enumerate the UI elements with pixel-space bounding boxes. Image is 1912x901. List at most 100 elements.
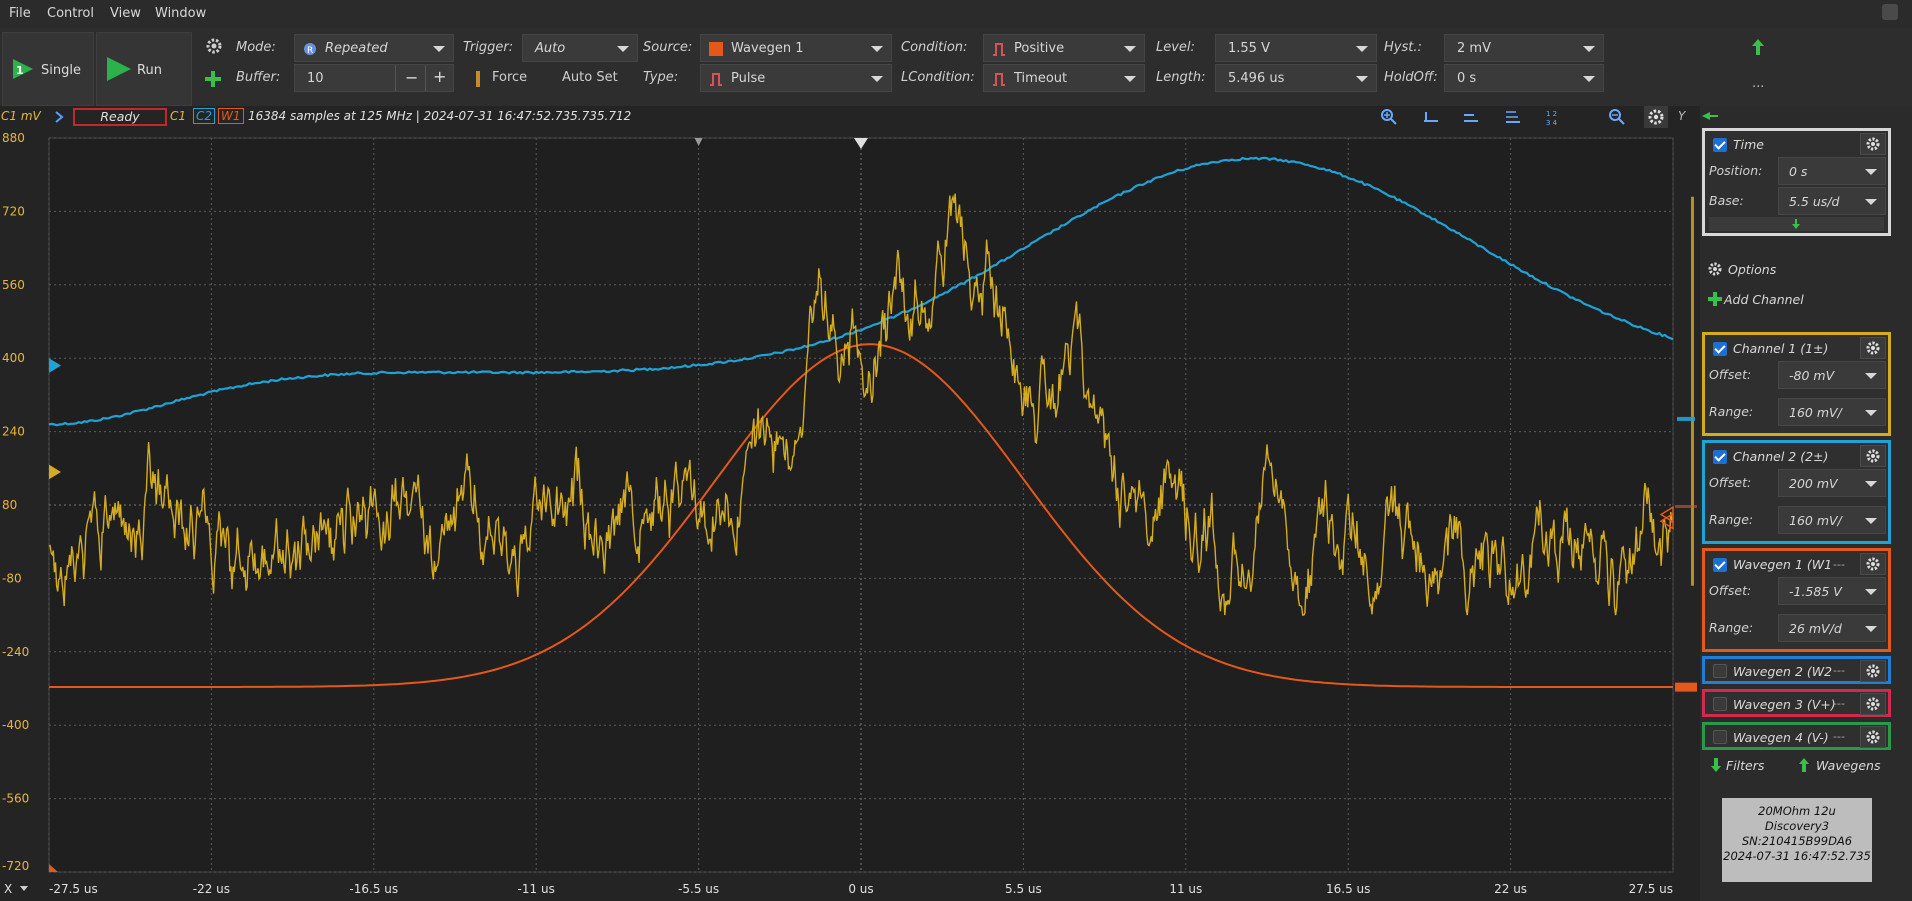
wavegen-3-checkbox[interactable] <box>1713 697 1727 711</box>
channel-select-icon[interactable]: 1 23 4 <box>1544 108 1564 126</box>
wavegen-1-offset-input[interactable]: -1.585 V <box>1778 577 1886 605</box>
menu-view[interactable]: View <box>110 6 141 21</box>
time-position-value: 0 s <box>1789 164 1808 179</box>
single-button[interactable]: 1 Single <box>2 32 94 106</box>
channel-2-settings-button[interactable] <box>1860 445 1886 467</box>
channel-2-offset-input[interactable]: 200 mV <box>1778 469 1886 497</box>
more-button[interactable]: ... <box>1752 76 1764 91</box>
acquisition-info: 16384 samples at 125 MHz | 2024-07-31 16… <box>248 109 632 123</box>
right-panel: Time Position: 0 s Base: 5.5 us/d Option… <box>1700 106 1912 901</box>
wavegen-2-checkbox[interactable] <box>1713 664 1727 678</box>
length-label: Length: <box>1156 70 1206 85</box>
single-label: Single <box>41 63 81 78</box>
force-button[interactable]: Force <box>492 70 527 85</box>
wavegen-1-range-input[interactable]: 26 mV/d <box>1778 614 1886 642</box>
force-icon <box>476 71 480 87</box>
pulse-icon <box>710 73 722 86</box>
device-info-line: 20MOhm 12u <box>1758 804 1836 818</box>
y-tick-label: 880 <box>2 131 25 145</box>
chevron-down-icon <box>433 46 445 52</box>
zoom-in-icon[interactable] <box>1380 108 1398 126</box>
channel-1-range-input[interactable]: 160 mV/ <box>1778 398 1886 426</box>
type-select[interactable]: Pulse <box>700 64 892 92</box>
mode-gear-icon[interactable] <box>206 38 222 54</box>
cursor-vertical-icon[interactable] <box>1462 109 1480 125</box>
wavegens-button[interactable]: Wavegens <box>1816 758 1880 773</box>
holdoff-value: 0 s <box>1457 71 1477 86</box>
arrow-up-icon[interactable] <box>1751 38 1765 56</box>
svg-text:3 4: 3 4 <box>1546 119 1558 126</box>
mode-select[interactable]: R Repeated <box>294 34 454 62</box>
condition-select[interactable]: Positive <box>983 34 1145 62</box>
wavegen-2-settings-button[interactable] <box>1860 660 1886 682</box>
level-input[interactable]: 1.55 V <box>1215 34 1377 62</box>
chevron-down-icon <box>871 76 883 82</box>
wavegen-1-status: --- <box>1833 558 1845 571</box>
wavegen-4-settings-button[interactable] <box>1860 726 1886 748</box>
time-base-input[interactable]: 5.5 us/d <box>1778 187 1886 215</box>
hyst-input[interactable]: 2 mV <box>1444 34 1604 62</box>
wavegen-3-title: Wavegen 3 (V+) <box>1733 697 1836 712</box>
time-expand-button[interactable] <box>1709 217 1884 231</box>
menu-control[interactable]: Control <box>47 6 94 21</box>
plus-icon[interactable]: + <box>433 67 446 86</box>
zoom-out-icon[interactable] <box>1608 108 1626 126</box>
minus-icon[interactable]: − <box>405 68 418 87</box>
add-channel-button[interactable]: Add Channel <box>1724 292 1804 307</box>
auto-set-button[interactable]: Auto Set <box>562 70 618 85</box>
y-axis-toggle[interactable]: Y <box>1678 109 1685 123</box>
chevron-right-icon[interactable] <box>54 111 64 123</box>
plot-settings-button[interactable] <box>1644 106 1668 128</box>
time-position-input[interactable]: 0 s <box>1778 157 1886 185</box>
lcondition-select[interactable]: Timeout <box>983 64 1145 92</box>
status-bar: C1 mV Ready C1 C2 W1 16384 samples at 12… <box>0 106 1700 128</box>
oscilloscope-plot[interactable]: 880 720 560 400 240 80 -80 -240 -400 -560 -720 -27.… <box>0 128 1700 901</box>
filters-button[interactable]: Filters <box>1726 758 1764 773</box>
length-input[interactable]: 5.496 us <box>1215 64 1377 92</box>
run-button[interactable]: Run <box>96 32 192 106</box>
channel-1-title: Channel 1 (1±) <box>1733 341 1829 356</box>
add-icon[interactable] <box>204 70 222 88</box>
channel-1-checkbox[interactable] <box>1713 342 1727 356</box>
collapse-panel-icon[interactable] <box>1700 111 1720 121</box>
wavegen-1-offset-label: Offset: <box>1709 583 1752 598</box>
wavegen-1-histogram <box>1675 682 1697 692</box>
menu-file[interactable]: File <box>9 6 31 21</box>
run-play-icon <box>107 57 131 81</box>
wavegen-1-settings-button[interactable] <box>1860 553 1886 575</box>
channel-1-section: Channel 1 (1±) Offset: -80 mV Range: 160… <box>1702 332 1891 436</box>
channel-2-range-input[interactable]: 160 mV/ <box>1778 506 1886 534</box>
options-gear-icon <box>1708 262 1722 276</box>
unit-label: C1 mV <box>1 109 41 123</box>
gear-icon <box>1866 449 1880 463</box>
time-settings-button[interactable] <box>1860 133 1886 155</box>
wavegen-3-settings-button[interactable] <box>1860 693 1886 715</box>
time-position-label: Position: <box>1709 163 1763 178</box>
channel-1-offset-input[interactable]: -80 mV <box>1778 361 1886 389</box>
menu-window[interactable]: Window <box>155 6 206 21</box>
cursor-multi-icon[interactable] <box>1504 109 1522 125</box>
channel-2-histogram <box>1677 416 1695 421</box>
buffer-stepper[interactable]: 10 − + <box>294 64 454 92</box>
ch2-tag[interactable]: C2 <box>193 108 216 124</box>
time-checkbox[interactable] <box>1713 138 1727 152</box>
ch1-tag[interactable]: C1 <box>170 109 186 123</box>
source-select[interactable]: Wavegen 1 <box>700 34 892 62</box>
svg-text:R: R <box>307 46 313 56</box>
chevron-down-icon <box>1865 199 1877 205</box>
trigger-select[interactable]: Auto <box>522 34 638 62</box>
wavegen-4-checkbox[interactable] <box>1713 730 1727 744</box>
holdoff-input[interactable]: 0 s <box>1444 64 1604 92</box>
channel-1-settings-button[interactable] <box>1860 337 1886 359</box>
w1-tag[interactable]: W1 <box>218 108 244 124</box>
channel-2-checkbox[interactable] <box>1713 450 1727 464</box>
channel-2-range-label: Range: <box>1709 512 1754 527</box>
options-button[interactable]: Options <box>1728 262 1776 277</box>
add-channel-icon <box>1708 292 1722 306</box>
wavegen-1-checkbox[interactable] <box>1713 558 1727 572</box>
holdoff-label: HoldOff: <box>1384 70 1438 85</box>
window-restore-icon[interactable] <box>1882 4 1898 20</box>
chevron-down-icon <box>1865 518 1877 524</box>
cursor-horizontal-icon[interactable] <box>1422 109 1440 125</box>
channel-2-range-value: 160 mV/ <box>1789 513 1842 528</box>
